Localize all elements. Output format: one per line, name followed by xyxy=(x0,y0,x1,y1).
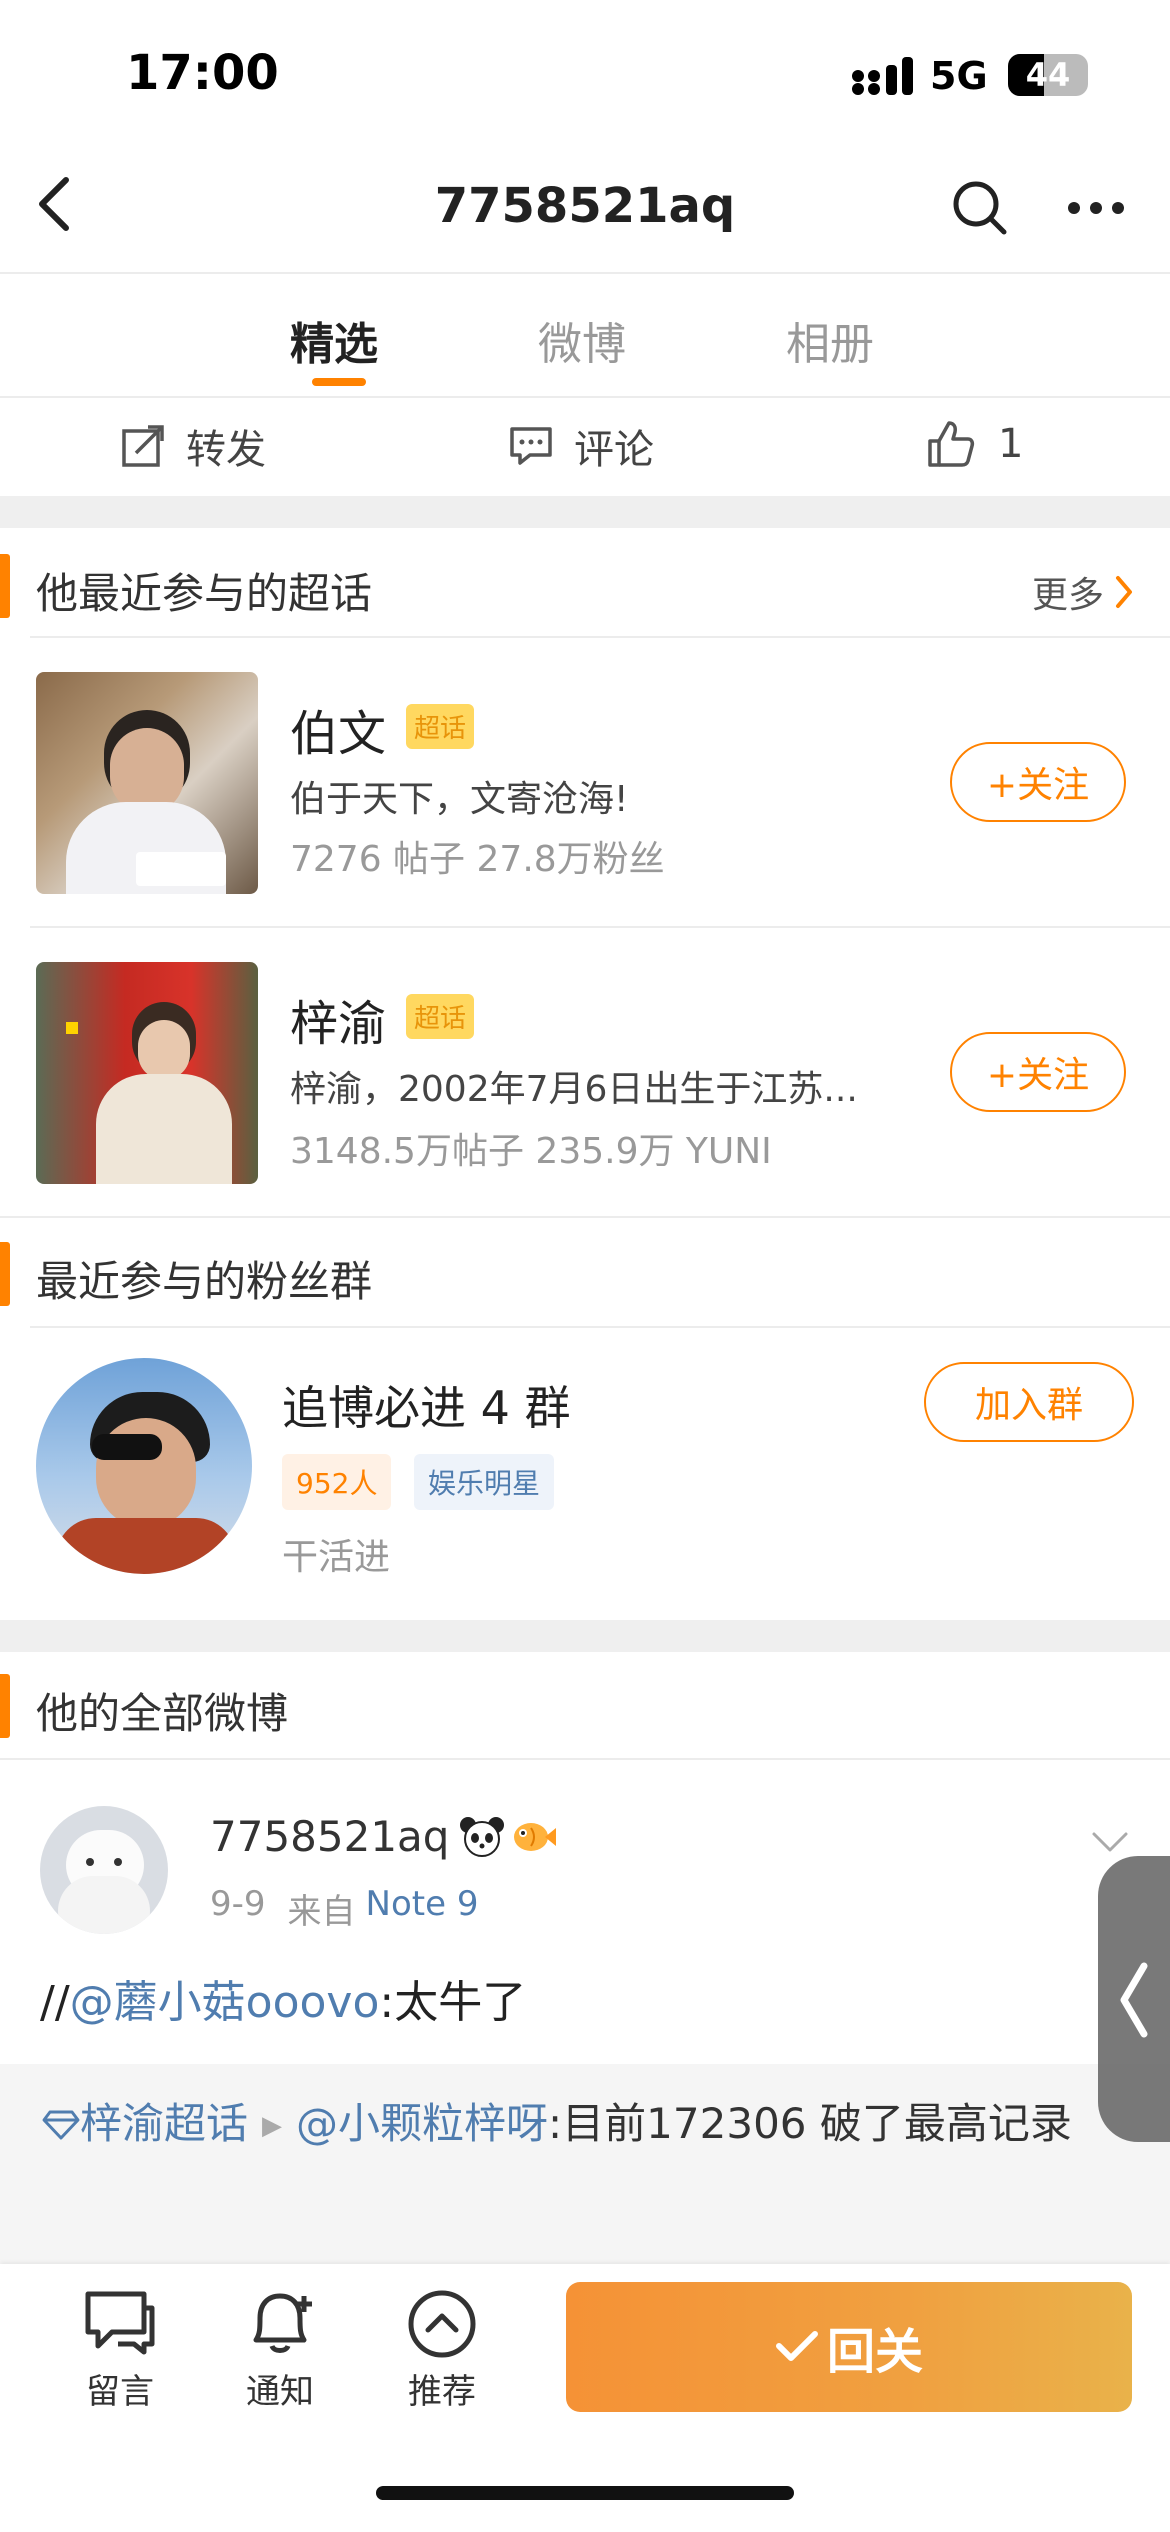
post-date: 9-9 xyxy=(210,1884,266,1924)
member-count-tag: 952人 xyxy=(282,1454,392,1510)
topic-desc: 伯于天下，文寄沧海! xyxy=(290,779,629,820)
home-indicator xyxy=(376,2486,794,2500)
chevron-down-icon[interactable] xyxy=(1090,1830,1130,1854)
topic-cover-image xyxy=(36,672,258,894)
repost-content: 梓渝超话 ▶ @小颗粒梓呀:目前172306 破了最高记录 xyxy=(42,2090,1102,2160)
post-text-suffix: :太牛了 xyxy=(379,1977,527,2028)
follow-back-label: 回关 xyxy=(826,2324,923,2380)
recommend-label: 推荐 xyxy=(408,2372,476,2412)
notify-button[interactable]: 通知 xyxy=(232,2288,328,2413)
comment-button[interactable]: 评论 xyxy=(508,416,654,476)
post-meta: 9-9 来自 Note 9 xyxy=(210,1884,478,1933)
follow-back-button[interactable]: 回关 xyxy=(566,2282,1132,2412)
fangroup-title: 最近参与的粉丝群 xyxy=(36,1257,373,1306)
section-gap xyxy=(0,1620,1170,1652)
group-desc: 干活进 xyxy=(282,1537,391,1578)
tab-active-indicator xyxy=(312,378,366,386)
signal-icon xyxy=(852,55,914,95)
more-link[interactable]: 更多 xyxy=(1032,566,1134,618)
list-item[interactable]: 伯文 超话 伯于天下，文寄沧海! 7276 帖子 27.8万粉丝 +关注 xyxy=(0,638,1170,926)
topic-cover-image xyxy=(36,962,258,1184)
topic-desc: 梓渝，2002年7月6日出生于江苏... xyxy=(290,1069,858,1110)
supertopic-badge: 超话 xyxy=(406,704,475,749)
status-time: 17:00 xyxy=(126,45,279,101)
post-text: //@蘑小菇ooovo:太牛了 xyxy=(40,1966,526,2030)
nav-bar: 7758521aq xyxy=(0,150,1170,272)
repost-icon xyxy=(120,423,166,469)
repost-button[interactable]: 转发 xyxy=(120,416,266,476)
join-group-button[interactable]: 加入群 xyxy=(924,1362,1134,1442)
topic-stats: 3148.5万帖子 235.9万 YUNI xyxy=(290,1131,772,1172)
repost-label: 转发 xyxy=(186,427,266,473)
tabs: 精选 微博 相册 xyxy=(0,274,1170,396)
post-device[interactable]: Note 9 xyxy=(366,1884,479,1933)
search-icon[interactable] xyxy=(950,178,1010,238)
topic-name: 梓渝 xyxy=(290,996,387,1052)
battery-level: 44 xyxy=(1025,56,1071,94)
avatar xyxy=(40,1806,168,1934)
more-icon[interactable] xyxy=(1066,200,1126,216)
like-count: 1 xyxy=(998,421,1024,467)
mention-link[interactable]: @蘑小菇ooovo xyxy=(70,1977,380,2028)
category-tag: 娱乐明星 xyxy=(414,1454,555,1510)
network-label: 5G xyxy=(930,54,988,98)
follow-button[interactable]: +关注 xyxy=(950,1032,1126,1112)
notify-label: 通知 xyxy=(246,2372,314,2412)
group-name: 追博必进 4 群 xyxy=(282,1381,571,1435)
tab-album[interactable]: 相册 xyxy=(786,308,874,372)
like-button[interactable]: 1 xyxy=(926,414,1023,474)
chevron-right-icon xyxy=(1114,574,1134,610)
side-panel-handle[interactable] xyxy=(1098,1856,1170,2142)
topic-link[interactable]: 梓渝超话 xyxy=(80,2099,248,2148)
action-row: 转发 评论 1 xyxy=(0,398,1170,494)
recommend-button[interactable]: 推荐 xyxy=(394,2288,490,2413)
check-icon xyxy=(775,2330,819,2364)
supertopics-title: 他最近参与的超话 xyxy=(36,569,373,618)
divider xyxy=(0,1216,1170,1218)
panda-icon xyxy=(459,1816,505,1858)
section-accent-bar xyxy=(0,1674,10,1738)
thumbs-up-icon xyxy=(926,419,976,469)
triangle-right-icon: ▶ xyxy=(262,2111,283,2141)
diamond-icon xyxy=(42,2108,80,2142)
comment-icon xyxy=(508,423,554,469)
repost-box[interactable]: 梓渝超话 ▶ @小颗粒梓呀:目前172306 破了最高记录 xyxy=(0,2064,1170,2264)
message-label: 留言 xyxy=(86,2372,154,2412)
fangroup-card[interactable]: 追博必进 4 群 952人 娱乐明星 干活进 加入群 xyxy=(0,1328,1170,1618)
more-label: 更多 xyxy=(1032,575,1105,616)
list-item[interactable]: 梓渝 超话 梓渝，2002年7月6日出生于江苏... 3148.5万帖子 235… xyxy=(0,928,1170,1216)
repost-text: :目前172306 破了最高记录 xyxy=(548,2099,1072,2148)
bell-plus-icon xyxy=(244,2288,328,2358)
status-bar: 17:00 5G 44 xyxy=(0,0,1170,150)
post-text-prefix: // xyxy=(40,1977,70,2028)
chevron-up-circle-icon xyxy=(406,2288,490,2360)
group-avatar xyxy=(36,1358,252,1574)
comment-label: 评论 xyxy=(574,427,654,473)
battery-icon: 44 xyxy=(1008,54,1088,96)
topic-name: 伯文 xyxy=(290,706,387,762)
author-name: 7758521aq xyxy=(210,1812,450,1861)
supertopic-badge: 超话 xyxy=(406,994,475,1039)
weibo-section-title: 他的全部微博 xyxy=(36,1689,289,1738)
bottom-toolbar: 留言 通知 推荐 回关 xyxy=(0,2264,1170,2532)
tab-featured[interactable]: 精选 xyxy=(290,308,378,372)
repost-mention[interactable]: @小颗粒梓呀 xyxy=(296,2099,548,2148)
section-gap xyxy=(0,496,1170,528)
topic-stats: 7276 帖子 27.8万粉丝 xyxy=(290,839,665,880)
message-icon xyxy=(82,2288,168,2358)
tab-weibo[interactable]: 微博 xyxy=(538,308,626,372)
fish-badge-icon xyxy=(509,1816,557,1858)
follow-button[interactable]: +关注 xyxy=(950,742,1126,822)
post-author[interactable]: 7758521aq xyxy=(210,1812,557,1861)
message-button[interactable]: 留言 xyxy=(72,2288,168,2413)
post-source-label: 来自 xyxy=(287,1892,356,1932)
section-accent-bar xyxy=(0,554,10,618)
section-accent-bar xyxy=(0,1242,10,1306)
